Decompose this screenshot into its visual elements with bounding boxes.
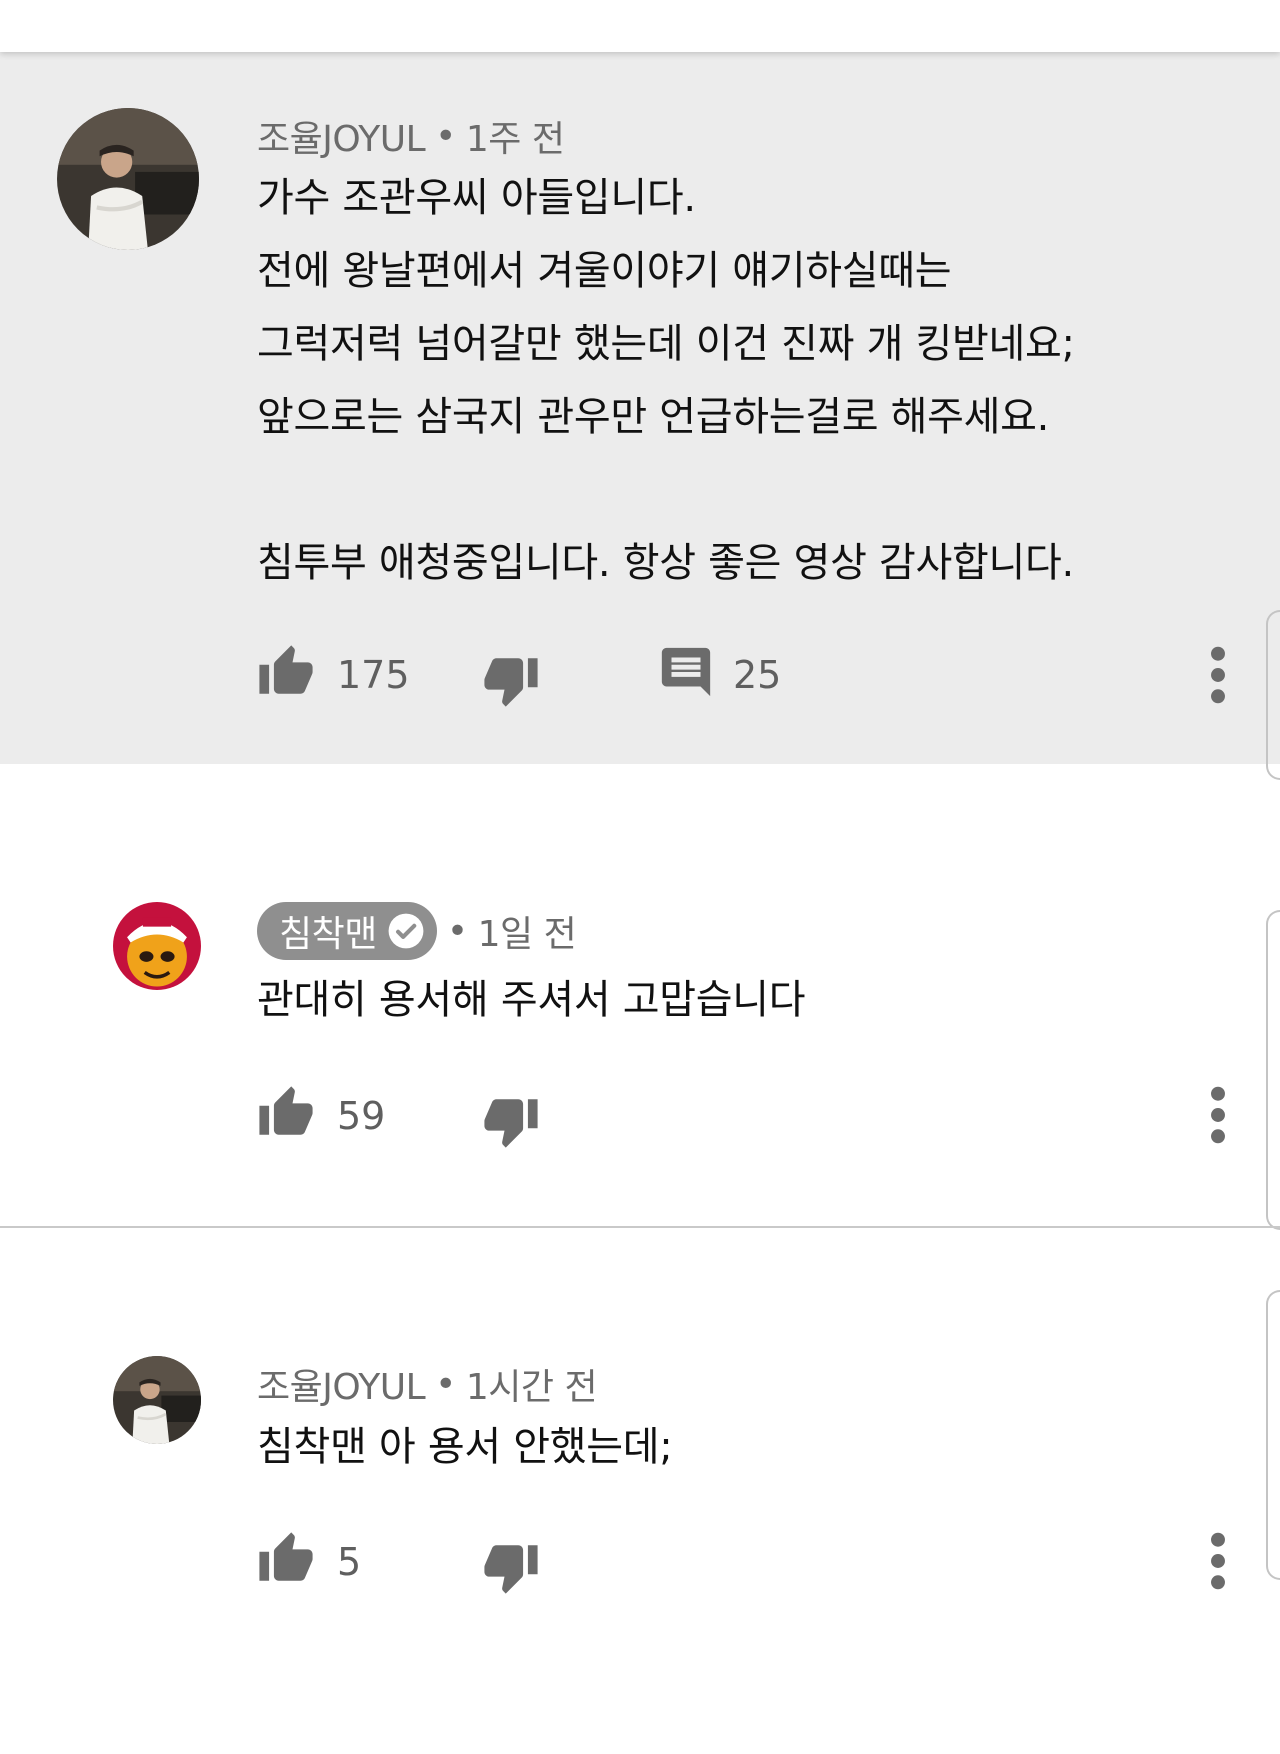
- comment-time[interactable]: 1주 전: [466, 110, 565, 162]
- comment-reply: 침착맨 • 1일 전 관대히 용서해 주셔서 고맙습니다 59: [0, 764, 1280, 1224]
- comment-meta: 침착맨 • 1일 전: [257, 902, 577, 960]
- comment-reply: 조율JOYUL • 1시간 전 침착맨 아 용서 안했는데; 5: [0, 1228, 1280, 1648]
- comment-text: 침착맨 아 용서 안했는데;: [257, 1424, 673, 1470]
- thumbs-down-icon[interactable]: [482, 1092, 540, 1150]
- thumbs-down-icon[interactable]: [482, 1538, 540, 1596]
- author-chip[interactable]: 침착맨: [257, 902, 437, 960]
- thumbs-up-icon[interactable]: [257, 1084, 315, 1142]
- scroll-edge: [1266, 610, 1280, 780]
- avatar[interactable]: [113, 1356, 201, 1444]
- comment-meta: 조율JOYUL • 1주 전: [257, 110, 565, 162]
- comment-meta: 조율JOYUL • 1시간 전: [257, 1358, 598, 1410]
- avatar[interactable]: [113, 902, 201, 990]
- author-name[interactable]: 조율JOYUL: [257, 110, 426, 162]
- comment-text: 가수 조관우씨 아들입니다. 전에 왕날편에서 겨울이야기 얘기하실때는 그럭저…: [257, 175, 1075, 586]
- comment-text: 관대히 용서해 주셔서 고맙습니다: [257, 977, 806, 1023]
- more-vert-icon[interactable]: [1208, 646, 1228, 704]
- comment-actions: 175 25: [257, 643, 1257, 707]
- comment-time[interactable]: 1일 전: [478, 905, 577, 957]
- top-app-bar-edge: [0, 0, 1280, 52]
- avatar-image: [57, 108, 199, 250]
- meta-separator: •: [435, 115, 456, 157]
- thumbs-up-icon[interactable]: [257, 1530, 315, 1588]
- thumbs-down-icon[interactable]: [482, 651, 540, 709]
- avatar[interactable]: [57, 108, 199, 250]
- avatar-image: [113, 902, 201, 990]
- author-name[interactable]: 조율JOYUL: [257, 1358, 426, 1410]
- verified-check-icon: [388, 913, 424, 949]
- avatar-image: [113, 1356, 201, 1444]
- scroll-edge: [1266, 910, 1280, 1230]
- like-count: 5: [337, 1540, 362, 1584]
- comment-time[interactable]: 1시간 전: [466, 1358, 598, 1410]
- reply-count: 25: [733, 653, 782, 697]
- like-count: 175: [337, 653, 410, 697]
- comments-page: 조율JOYUL • 1주 전 가수 조관우씨 아들입니다. 전에 왕날편에서 겨…: [0, 0, 1280, 1754]
- comment-actions: 5: [257, 1530, 1257, 1594]
- comment-highlighted: 조율JOYUL • 1주 전 가수 조관우씨 아들입니다. 전에 왕날편에서 겨…: [0, 52, 1280, 764]
- thumbs-up-icon[interactable]: [257, 643, 315, 701]
- meta-separator: •: [435, 1363, 456, 1405]
- comment-actions: 59: [257, 1084, 1257, 1148]
- meta-separator: •: [446, 910, 468, 952]
- more-vert-icon[interactable]: [1208, 1086, 1228, 1144]
- author-name: 침착맨: [279, 914, 377, 955]
- reply-icon[interactable]: [657, 643, 715, 701]
- more-vert-icon[interactable]: [1208, 1532, 1228, 1590]
- like-count: 59: [337, 1094, 386, 1138]
